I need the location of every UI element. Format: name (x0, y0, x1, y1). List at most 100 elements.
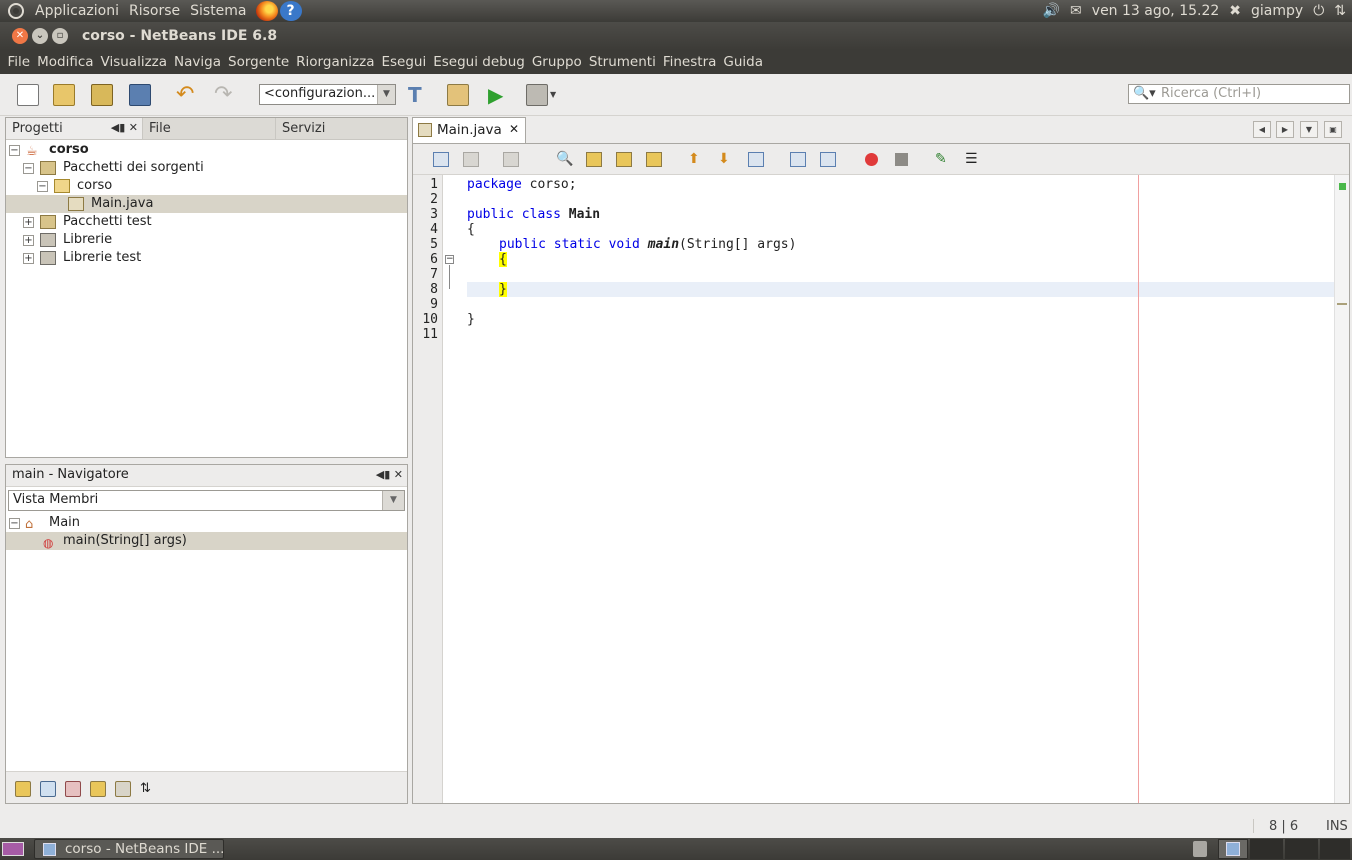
network-icon[interactable]: ⇅ (1334, 3, 1346, 19)
workspace-1[interactable] (1218, 839, 1248, 859)
ubuntu-logo-icon[interactable] (8, 3, 24, 19)
menu-tools[interactable]: Strumenti (585, 54, 659, 70)
forward-icon[interactable] (503, 152, 519, 167)
workspace-2[interactable] (1250, 839, 1283, 859)
comment-icon[interactable]: ✎ (935, 152, 951, 167)
sort-by-source-icon[interactable] (115, 781, 131, 797)
help-launcher-icon[interactable]: ? (279, 1, 302, 21)
tab-services[interactable]: Servizi (275, 118, 407, 139)
close-icon[interactable]: ✕ (394, 468, 403, 481)
menu-window[interactable]: Finestra (659, 54, 720, 70)
firefox-launcher-icon[interactable] (255, 1, 278, 21)
places-menu[interactable]: Risorse (124, 3, 185, 19)
tree-node-source-packages[interactable]: − Pacchetti dei sorgenti (6, 159, 407, 177)
mail-icon[interactable]: ✉ (1070, 3, 1082, 19)
menu-navigate[interactable]: Naviga (171, 54, 225, 70)
tree-node-project[interactable]: − ☕ corso (6, 141, 407, 159)
undo-icon[interactable]: ↶ (176, 84, 198, 106)
tab-projects[interactable]: Progetti ◀▮ ✕ (6, 118, 142, 139)
stop-macro-icon[interactable] (895, 153, 908, 166)
find-icon[interactable]: 🔍 (556, 152, 573, 167)
tree-node-test-libraries[interactable]: + Librerie test (6, 249, 407, 267)
collapse-icon[interactable]: − (9, 518, 20, 529)
build-icon[interactable]: T (408, 84, 430, 106)
search-input[interactable]: 🔍▾ Ricerca (Ctrl+I) (1128, 84, 1350, 104)
tab-files[interactable]: File (142, 118, 275, 139)
applications-menu[interactable]: Applicazioni (30, 3, 124, 19)
code-editor[interactable]: package corso; public class Main { publi… (444, 175, 1335, 803)
save-all-icon[interactable] (129, 84, 151, 106)
expand-icon[interactable]: + (23, 217, 34, 228)
debug-icon[interactable] (526, 84, 548, 106)
user-status-icon[interactable]: ✖ (1229, 3, 1241, 19)
last-edit-icon[interactable] (433, 152, 449, 167)
scroll-tabs-right-icon[interactable]: ▶ (1276, 121, 1294, 138)
menu-file[interactable]: File (4, 54, 34, 70)
menu-view[interactable]: Visualizza (97, 54, 171, 70)
show-desktop-icon[interactable] (2, 842, 24, 856)
menu-edit[interactable]: Modifica (34, 54, 97, 70)
clock[interactable]: ven 13 ago, 15.22 (1092, 3, 1220, 19)
show-non-public-icon[interactable] (90, 781, 106, 797)
window-minimize-button[interactable]: ⌄ (32, 28, 48, 44)
menu-source[interactable]: Sorgente (225, 54, 293, 70)
window-close-button[interactable]: ✕ (12, 28, 28, 44)
power-icon[interactable]: ⏻ (1313, 3, 1324, 19)
clean-build-icon[interactable] (447, 84, 469, 106)
tree-node-main-java[interactable]: Main.java (6, 195, 407, 213)
show-static-icon[interactable] (65, 781, 81, 797)
user-name[interactable]: giampy (1251, 3, 1303, 19)
taskbar-window-button[interactable]: corso - NetBeans IDE ... (34, 839, 224, 859)
chevron-down-icon[interactable]: ▼ (377, 85, 395, 104)
error-stripe[interactable] (1334, 175, 1349, 803)
close-icon[interactable]: ✕ (509, 122, 519, 136)
workspace-3[interactable] (1285, 839, 1318, 859)
tree-node-package[interactable]: − corso (6, 177, 407, 195)
workspace-4[interactable] (1320, 839, 1350, 859)
open-project-icon[interactable] (91, 84, 113, 106)
collapse-icon[interactable]: − (23, 163, 34, 174)
minimize-panel-icon[interactable]: ◀▮ (111, 121, 126, 134)
tab-list-dropdown-icon[interactable]: ▼ (1300, 121, 1318, 138)
sort-by-name-icon[interactable]: ⇅ (140, 781, 156, 797)
maximize-editor-icon[interactable]: ▣ (1324, 121, 1342, 138)
toggle-bookmark-icon[interactable] (748, 152, 764, 167)
toggle-highlight-icon[interactable] (646, 152, 662, 167)
volume-icon[interactable]: 🔊 (1043, 3, 1060, 19)
find-previous-icon[interactable] (586, 152, 602, 167)
new-file-icon[interactable] (17, 84, 39, 106)
previous-bookmark-icon[interactable]: ⬆ (688, 152, 704, 167)
show-fields-icon[interactable] (40, 781, 56, 797)
minimize-panel-icon[interactable]: ◀▮ (376, 468, 391, 481)
expand-icon[interactable]: + (23, 253, 34, 264)
menu-run[interactable]: Esegui (378, 54, 430, 70)
view-select[interactable]: Vista Membri ▼ (8, 490, 405, 511)
start-macro-icon[interactable] (865, 153, 878, 166)
tree-node-libraries[interactable]: + Librerie (6, 231, 407, 249)
collapse-icon[interactable]: − (9, 145, 20, 156)
tree-node-method[interactable]: ◍ main(String[] args) (6, 532, 407, 550)
trash-icon[interactable] (1193, 841, 1207, 857)
inherited-members-icon[interactable] (15, 781, 31, 797)
collapse-icon[interactable]: − (37, 181, 48, 192)
menu-team[interactable]: Gruppo (528, 54, 585, 70)
new-project-icon[interactable] (53, 84, 75, 106)
tree-node-test-packages[interactable]: + Pacchetti test (6, 213, 407, 231)
menu-help[interactable]: Guida (720, 54, 767, 70)
uncomment-icon[interactable]: ☰ (965, 152, 981, 167)
shift-left-icon[interactable] (790, 152, 806, 167)
debug-dropdown-icon[interactable]: ▼ (550, 84, 558, 106)
menu-debug[interactable]: Esegui debug (430, 54, 529, 70)
redo-icon[interactable]: ↷ (214, 84, 236, 106)
expand-icon[interactable]: + (23, 235, 34, 246)
menu-refactor[interactable]: Riorganizza (293, 54, 378, 70)
shift-right-icon[interactable] (820, 152, 836, 167)
next-bookmark-icon[interactable]: ⬇ (718, 152, 734, 167)
editor-tab-main-java[interactable]: Main.java ✕ (412, 117, 526, 143)
close-icon[interactable]: ✕ (129, 121, 138, 134)
chevron-down-icon[interactable]: ▼ (382, 491, 404, 510)
configuration-select[interactable]: <configurazion... ▼ (259, 84, 396, 105)
tree-node-class[interactable]: − ⌂ Main (6, 514, 407, 532)
scroll-tabs-left-icon[interactable]: ◀ (1253, 121, 1271, 138)
back-icon[interactable] (463, 152, 479, 167)
